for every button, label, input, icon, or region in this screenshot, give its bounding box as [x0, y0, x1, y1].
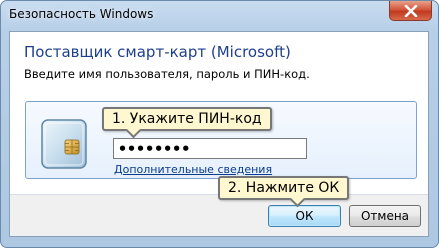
close-icon [404, 4, 417, 17]
more-details-link[interactable]: Дополнительные сведения [114, 163, 272, 176]
button-bar: ОК Отмена [10, 195, 428, 236]
security-dialog: Безопасность Windows Поставщик смарт-кар… [0, 0, 439, 248]
instruction-text: Введите имя пользователя, пароль и ПИН-к… [24, 67, 310, 81]
ok-button[interactable]: ОК [268, 205, 341, 227]
smart-card-icon [41, 119, 87, 169]
provider-title: Поставщик смарт-карт (Microsoft) [24, 43, 291, 61]
cancel-button[interactable]: Отмена [349, 205, 421, 227]
callout-enter-pin: 1. Укажите ПИН-код [102, 107, 272, 131]
pin-input[interactable] [113, 138, 307, 159]
dialog-content: Поставщик смарт-карт (Microsoft) Введите… [9, 31, 429, 237]
window-title: Безопасность Windows [9, 7, 154, 21]
close-button[interactable] [389, 1, 432, 21]
callout-press-ok: 2. Нажмите ОК [218, 176, 350, 200]
